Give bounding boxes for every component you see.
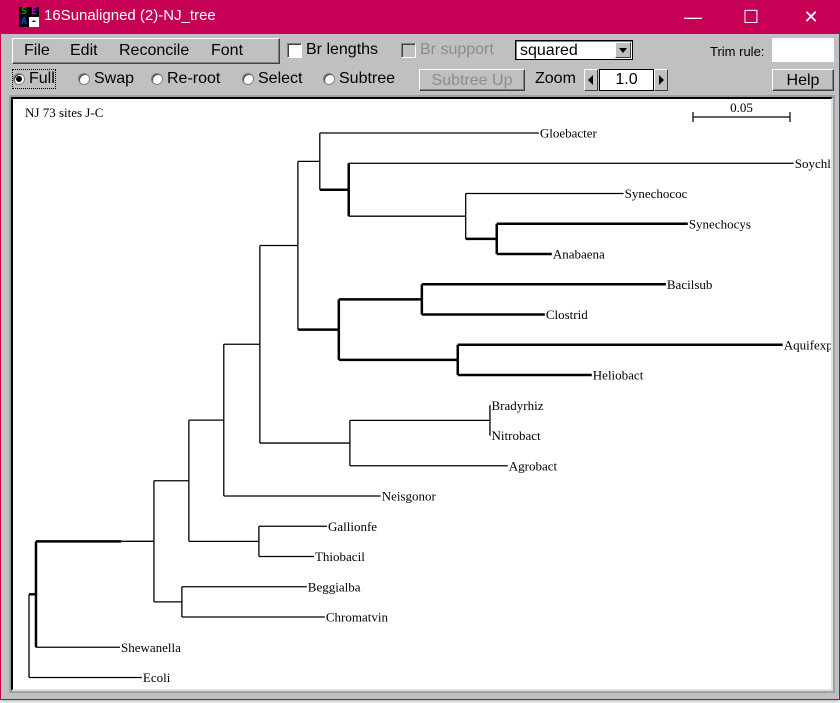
mode-reroot-radio[interactable]: Re-root	[151, 70, 220, 88]
menu-reconcile[interactable]: Reconcile	[119, 42, 189, 60]
mode-subtree-radio[interactable]: Subtree	[323, 70, 395, 88]
leaf-label[interactable]: Chromatvin	[326, 610, 389, 625]
minimize-button[interactable]: —	[665, 0, 721, 34]
leaf-label[interactable]: Gallionfe	[328, 519, 377, 534]
leaf-label[interactable]: Clostrid	[546, 307, 588, 322]
radio-icon	[323, 73, 335, 85]
zoom-decrease-button[interactable]	[584, 69, 598, 91]
trim-rule-label: Trim rule:	[710, 44, 765, 59]
dropdown-arrow-icon[interactable]	[615, 42, 631, 58]
mode-full-radio[interactable]: Full	[12, 69, 56, 89]
leaf-label[interactable]: Synechococ	[625, 186, 688, 201]
radio-icon	[78, 73, 90, 85]
tree-style-value: squared	[520, 42, 578, 59]
window-title: 16Sunaligned (2)-NJ_tree	[44, 7, 216, 24]
menu-bar: File Edit Reconcile Font	[12, 38, 280, 64]
minimize-icon: —	[684, 6, 702, 27]
radio-icon	[242, 73, 254, 85]
close-button[interactable]: ✕	[783, 0, 839, 34]
app-icon-letter: -	[29, 16, 39, 27]
leaf-label[interactable]: Heliobact	[593, 368, 644, 383]
leaf-label[interactable]: Agrobact	[509, 458, 558, 473]
checkbox-box[interactable]	[401, 42, 416, 58]
tree-title: NJ 73 sites J-C	[25, 105, 103, 120]
mode-select-radio[interactable]: Select	[242, 70, 302, 88]
mode-label: Re-root	[167, 70, 221, 87]
tree-canvas[interactable]: NJ 73 sites J-C 0.05 Gloebacter Soychloro…	[11, 97, 833, 691]
checkbox-box[interactable]	[287, 42, 302, 58]
mode-label: Full	[29, 70, 55, 87]
leaf-label[interactable]: Thiobacil	[315, 549, 365, 564]
app-icon[interactable]: S E A -	[19, 7, 39, 27]
app-icon-letter: A	[19, 16, 29, 27]
mode-swap-radio[interactable]: Swap	[78, 70, 134, 88]
leaf-label[interactable]: Beggialba	[308, 579, 361, 594]
leaf-label[interactable]: Nitrobact	[492, 428, 541, 443]
help-button[interactable]: Help	[772, 69, 834, 91]
leaf-label[interactable]: Anabaena	[553, 247, 605, 262]
tree-style-select[interactable]: squared	[515, 40, 633, 60]
br-lengths-checkbox[interactable]: Br lengths	[287, 41, 378, 59]
mode-label: Subtree	[339, 70, 396, 87]
radio-icon	[151, 73, 163, 85]
leaf-label[interactable]: Bacilsub	[667, 277, 713, 292]
menu-edit[interactable]: Edit	[70, 42, 98, 60]
br-support-checkbox[interactable]: Br support	[401, 41, 494, 59]
app-window: S E A - 16Sunaligned (2)-NJ_tree — ☐ ✕ F…	[0, 0, 840, 700]
leaf-label[interactable]: Neisgonor	[382, 489, 437, 504]
br-support-label: Br support	[420, 41, 494, 58]
leaf-label[interactable]: Bradyrhiz	[492, 398, 544, 413]
zoom-value-field[interactable]: 1.0	[599, 69, 654, 91]
br-lengths-label: Br lengths	[306, 41, 379, 58]
leaf-label[interactable]: Shewanella	[121, 640, 181, 655]
leaf-label[interactable]: Gloebacter	[540, 126, 598, 141]
close-icon: ✕	[803, 6, 819, 27]
scale-bar: 0.05	[692, 100, 791, 122]
tree-drawing[interactable]: NJ 73 sites J-C 0.05 Gloebacter Soychloro…	[13, 99, 831, 689]
radio-selected-icon	[13, 73, 25, 85]
scale-bar-label: 0.05	[730, 100, 753, 115]
menu-file[interactable]: File	[24, 42, 50, 60]
leaf-label[interactable]: Synechocys	[689, 216, 751, 231]
maximize-button[interactable]: ☐	[723, 0, 779, 34]
leaf-label[interactable]: Ecoli	[143, 670, 171, 685]
menu-font[interactable]: Font	[211, 42, 243, 60]
leaf-label[interactable]: Soychloro	[795, 156, 831, 171]
zoom-increase-button[interactable]	[654, 69, 668, 91]
title-bar[interactable]: S E A - 16Sunaligned (2)-NJ_tree — ☐ ✕	[1, 0, 840, 34]
subtree-up-button[interactable]: Subtree Up	[419, 69, 525, 91]
toolbar: File Edit Reconcile Font Br lengths Br s…	[9, 37, 835, 97]
mode-label: Select	[258, 70, 303, 87]
leaf-label[interactable]: Aquifexpy	[784, 337, 831, 352]
trim-rule-input[interactable]	[772, 38, 834, 62]
zoom-label: Zoom	[535, 70, 576, 87]
mode-label: Swap	[94, 70, 135, 87]
maximize-icon: ☐	[742, 6, 760, 27]
